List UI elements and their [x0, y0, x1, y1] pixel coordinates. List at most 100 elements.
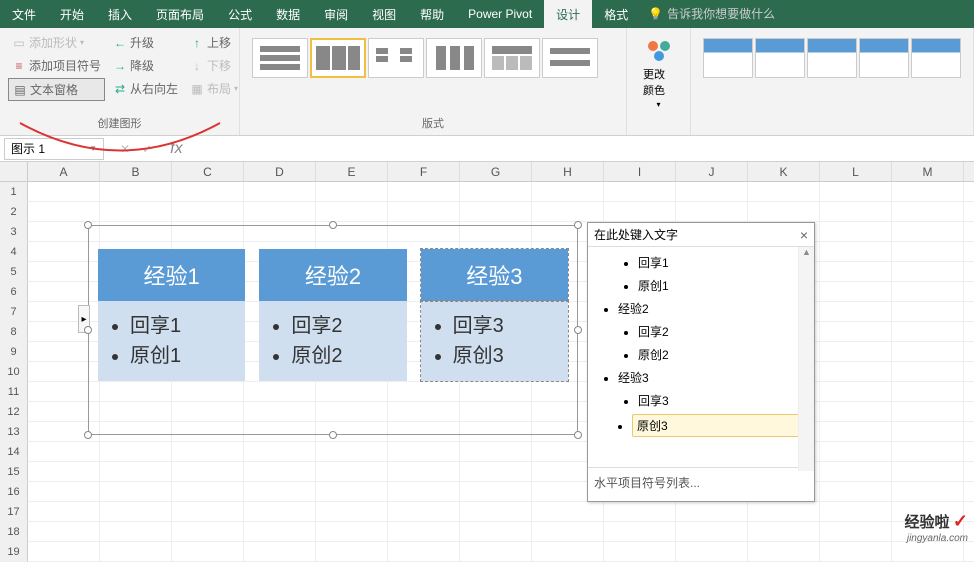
cell[interactable] — [388, 182, 460, 202]
cell[interactable] — [388, 542, 460, 562]
cell[interactable] — [532, 182, 604, 202]
text-pane-item[interactable]: 回享2 — [638, 320, 812, 343]
scrollbar[interactable]: ▲ — [798, 247, 814, 471]
cell[interactable] — [892, 202, 964, 222]
cell[interactable] — [28, 202, 100, 222]
resize-handle[interactable] — [329, 221, 337, 229]
tell-me-search[interactable]: 💡 — [640, 7, 825, 21]
text-pane-item[interactable]: 经验3 — [618, 366, 812, 389]
cell[interactable] — [100, 522, 172, 542]
cell[interactable] — [820, 182, 892, 202]
cell[interactable] — [820, 262, 892, 282]
cell[interactable] — [892, 442, 964, 462]
cell[interactable] — [388, 202, 460, 222]
text-pane-button[interactable]: ▤文本窗格 — [8, 78, 105, 101]
row-header[interactable]: 6 — [0, 282, 28, 302]
cell[interactable] — [244, 202, 316, 222]
cell[interactable] — [532, 542, 604, 562]
column-header[interactable]: I — [604, 162, 676, 181]
column-header[interactable]: F — [388, 162, 460, 181]
cell[interactable] — [820, 522, 892, 542]
move-up-button[interactable]: ↑上移 — [186, 32, 242, 53]
cell[interactable] — [28, 542, 100, 562]
cell[interactable] — [892, 402, 964, 422]
cell[interactable] — [28, 522, 100, 542]
cell[interactable] — [316, 442, 388, 462]
cell[interactable] — [316, 482, 388, 502]
column-header[interactable]: G — [460, 162, 532, 181]
cell[interactable] — [748, 202, 820, 222]
dropdown-icon[interactable]: ▼ — [89, 144, 97, 153]
promote-button[interactable]: ←升级 — [109, 32, 182, 53]
style-thumb[interactable] — [911, 38, 961, 78]
menu-tab-插入[interactable]: 插入 — [96, 0, 144, 28]
cell[interactable] — [316, 202, 388, 222]
cell[interactable] — [748, 502, 820, 522]
column-header[interactable]: E — [316, 162, 388, 181]
cell[interactable] — [748, 542, 820, 562]
cell[interactable] — [892, 322, 964, 342]
smartart-style-gallery[interactable] — [699, 32, 965, 84]
cell[interactable] — [388, 502, 460, 522]
cell[interactable] — [820, 362, 892, 382]
cell[interactable] — [820, 462, 892, 482]
cell[interactable] — [892, 242, 964, 262]
menu-tab-审阅[interactable]: 审阅 — [312, 0, 360, 28]
cell[interactable] — [820, 542, 892, 562]
layout-thumb[interactable] — [252, 38, 308, 78]
cell[interactable] — [676, 542, 748, 562]
menu-tab-页面布局[interactable]: 页面布局 — [144, 0, 216, 28]
cell[interactable] — [172, 522, 244, 542]
column-header[interactable]: M — [892, 162, 964, 181]
cell[interactable] — [892, 282, 964, 302]
cell[interactable] — [820, 482, 892, 502]
style-thumb[interactable] — [703, 38, 753, 78]
column-header[interactable]: H — [532, 162, 604, 181]
cell[interactable] — [172, 482, 244, 502]
cell[interactable] — [892, 262, 964, 282]
cell[interactable] — [892, 302, 964, 322]
cell[interactable] — [244, 182, 316, 202]
cell[interactable] — [820, 442, 892, 462]
cell[interactable] — [820, 502, 892, 522]
cell[interactable] — [604, 202, 676, 222]
cell[interactable] — [28, 462, 100, 482]
text-pane-item[interactable]: 原创3 — [632, 414, 808, 437]
fx-icon[interactable]: fx — [164, 140, 188, 158]
cell[interactable] — [460, 542, 532, 562]
cell[interactable] — [172, 542, 244, 562]
menu-tab-帮助[interactable]: 帮助 — [408, 0, 456, 28]
resize-handle[interactable] — [84, 431, 92, 439]
cell[interactable] — [892, 182, 964, 202]
column-header[interactable]: J — [676, 162, 748, 181]
layout-thumb[interactable] — [310, 38, 366, 78]
demote-button[interactable]: →降级 — [109, 55, 182, 76]
cell[interactable] — [604, 522, 676, 542]
cell[interactable] — [460, 202, 532, 222]
layout-thumb[interactable] — [484, 38, 540, 78]
cell[interactable] — [460, 502, 532, 522]
resize-handle[interactable] — [574, 431, 582, 439]
add-bullet-button[interactable]: ≡添加项目符号 — [8, 55, 105, 76]
cell[interactable] — [748, 522, 820, 542]
row-header[interactable]: 13 — [0, 422, 28, 442]
cell[interactable] — [604, 542, 676, 562]
cell[interactable] — [316, 462, 388, 482]
cell[interactable] — [244, 542, 316, 562]
column-header[interactable]: K — [748, 162, 820, 181]
layout-thumb[interactable] — [426, 38, 482, 78]
menu-tab-开始[interactable]: 开始 — [48, 0, 96, 28]
row-header[interactable]: 7 — [0, 302, 28, 322]
cell[interactable] — [820, 382, 892, 402]
text-pane-item[interactable]: 原创2 — [638, 343, 812, 366]
layout-thumb[interactable] — [542, 38, 598, 78]
cell[interactable] — [820, 402, 892, 422]
row-header[interactable]: 19 — [0, 542, 28, 562]
cell[interactable] — [244, 522, 316, 542]
cell[interactable] — [892, 222, 964, 242]
resize-handle[interactable] — [574, 221, 582, 229]
column-header[interactable]: C — [172, 162, 244, 181]
cell[interactable] — [820, 422, 892, 442]
smartart-shape[interactable]: ▸ 经验1回享1原创1经验2回享2原创2经验3回享3原创3 — [88, 225, 578, 435]
text-pane-body[interactable]: 回享1原创1经验2回享2原创2经验3回享3原创3 — [588, 247, 814, 467]
